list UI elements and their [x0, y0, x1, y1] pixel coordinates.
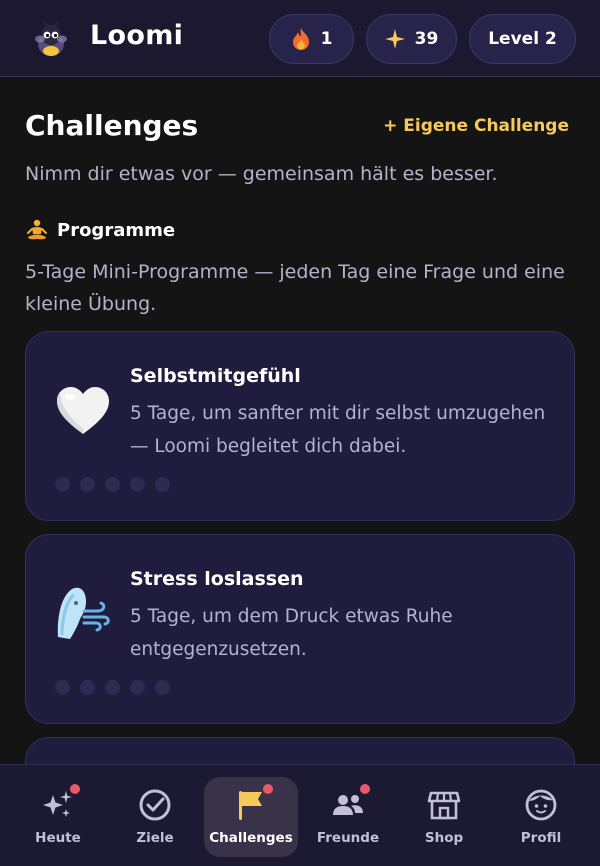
nav-item-challenges[interactable]: Challenges: [204, 777, 298, 857]
nav-label: Heute: [35, 830, 81, 846]
program-card-selbstmitgefuehl[interactable]: Selbstmitgefühl 5 Tage, um sanfter mit d…: [25, 331, 575, 521]
sparkles-icon: [40, 784, 80, 823]
nav-label: Shop: [424, 830, 464, 846]
progress-dot: [80, 680, 95, 695]
nav-item-ziele[interactable]: Ziele: [108, 777, 202, 857]
sparkle-icon: [384, 29, 405, 49]
loomi-logo-icon[interactable]: [30, 18, 72, 60]
progress-dots: [55, 680, 170, 695]
notification-badge: [263, 784, 273, 794]
bottom-navigation: Heute Ziele Challenges Freunde Shop Prof…: [0, 764, 600, 866]
progress-dot: [130, 477, 145, 492]
progress-dot: [55, 680, 70, 695]
nav-item-freunde[interactable]: Freunde: [301, 777, 395, 857]
nav-label: Freunde: [316, 830, 380, 846]
page-title: Challenges: [25, 109, 199, 142]
nav-item-profil[interactable]: Profil: [494, 777, 588, 857]
program-card-stress-loslassen[interactable]: Stress loslassen 5 Tage, um dem Druck et…: [25, 534, 575, 724]
store-icon: [426, 787, 462, 823]
notification-badge: [70, 784, 80, 794]
progress-dot: [130, 680, 145, 695]
progress-dots: [55, 477, 170, 492]
check-circle-icon: [137, 787, 173, 823]
flag-icon: [233, 784, 273, 823]
white-heart-icon: [57, 387, 109, 434]
profile-icon: [523, 787, 559, 823]
progress-dot: [55, 477, 70, 492]
fire-icon: [292, 28, 309, 50]
progress-dot: [155, 477, 170, 492]
stars-pill[interactable]: 39: [366, 14, 457, 64]
progress-dot: [155, 680, 170, 695]
program-description: 5 Tage, um sanfter mit dir selbst umzuge…: [130, 403, 546, 457]
own-challenge-link[interactable]: + Eigene Challenge: [383, 116, 569, 136]
progress-dot: [105, 680, 120, 695]
section-title: Programme: [57, 219, 176, 241]
meditation-icon: [27, 219, 47, 240]
program-title: Stress loslassen: [130, 568, 304, 590]
level-label: Level 2: [488, 29, 557, 49]
notification-badge: [360, 784, 370, 794]
level-pill[interactable]: Level 2: [469, 14, 576, 64]
app-header: Loomi 1 39 Level 2: [0, 0, 600, 77]
nav-item-shop[interactable]: Shop: [397, 777, 491, 857]
streak-count: 1: [320, 29, 333, 49]
page-subtitle: Nimm dir etwas vor — gemeinsam hält es b…: [25, 163, 498, 185]
section-header: Programme: [25, 218, 175, 242]
progress-dot: [80, 477, 95, 492]
wind-face-icon: [57, 587, 110, 639]
nav-label: Profil: [520, 830, 562, 846]
users-icon: [330, 784, 370, 823]
nav-label: Ziele: [136, 830, 174, 846]
app-title: Loomi: [90, 20, 184, 51]
progress-dot: [105, 477, 120, 492]
stars-count: 39: [414, 29, 439, 49]
nav-item-heute[interactable]: Heute: [11, 777, 105, 857]
streak-pill[interactable]: 1: [269, 14, 354, 64]
section-description: 5-Tage Mini-Programme — jeden Tag eine F…: [25, 261, 565, 315]
program-description: 5 Tage, um dem Druck etwas Ruhe entgegen…: [130, 606, 453, 660]
program-title: Selbstmitgefühl: [130, 365, 301, 387]
nav-label: Challenges: [209, 830, 293, 846]
